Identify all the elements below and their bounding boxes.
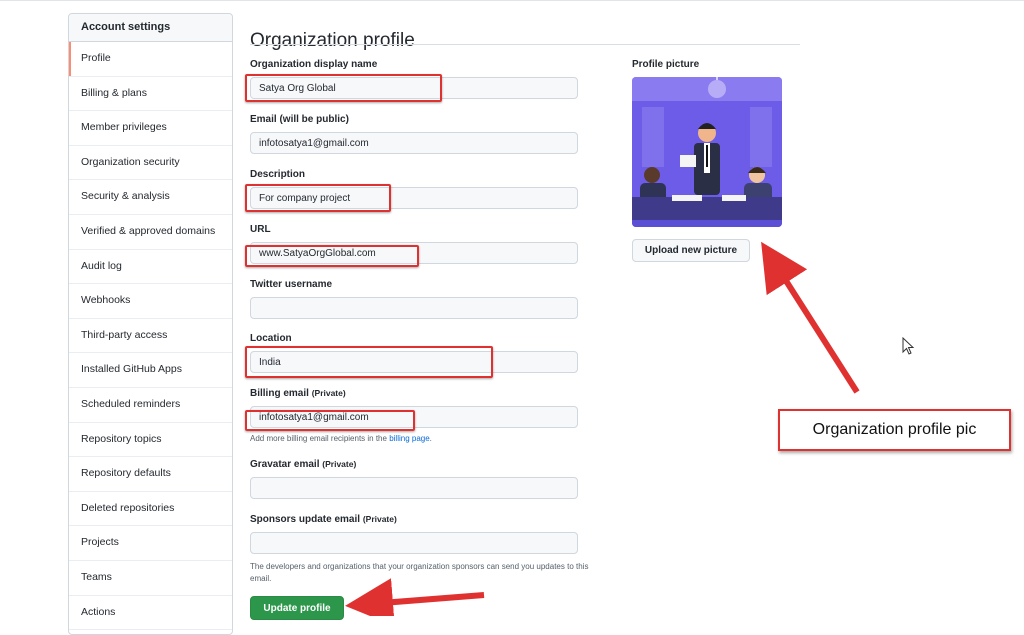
annotation-arrows — [345, 241, 860, 616]
arrow-to-update — [345, 578, 485, 616]
mouse-cursor-icon — [902, 337, 915, 355]
arrow-to-upload — [761, 241, 860, 394]
